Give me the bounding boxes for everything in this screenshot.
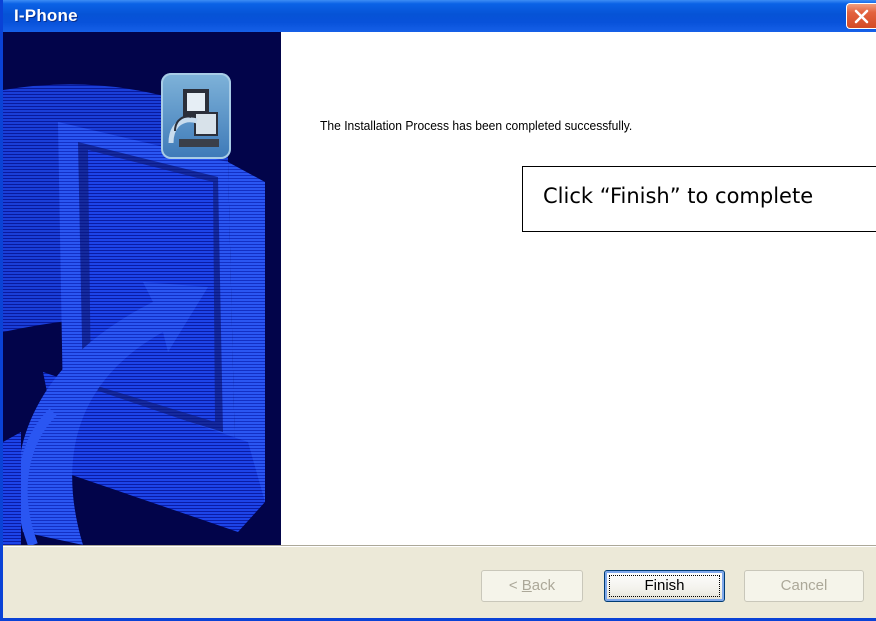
button-bar: < Back Finish Cancel [3,545,876,618]
title-bar[interactable]: I-Phone [3,0,876,32]
instruction-callout: Click “Finish” to complete [522,166,876,232]
computer-setup-icon [161,73,231,159]
installer-window: I-Phone The Installation Process has bee… [0,0,876,621]
back-button-rest: ack [531,577,556,594]
finish-button[interactable]: Finish [604,570,725,602]
back-button[interactable]: < Back [481,570,583,602]
footer-divider-highlight [3,546,876,547]
close-icon [854,9,869,24]
back-button-prefix: < [508,577,522,594]
finish-focus-ring [609,575,720,597]
cancel-button[interactable]: Cancel [744,570,864,602]
installer-sidebar-art [3,32,281,545]
callout-text: Click “Finish” to complete [543,184,814,208]
content-area: The Installation Process has been comple… [283,32,876,545]
back-button-accel: B [521,577,532,594]
window-title: I-Phone [14,6,78,25]
completion-message: The Installation Process has been comple… [320,118,633,133]
cancel-button-label: Cancel [780,577,828,594]
installer-computer-arrow-graphic [3,84,265,545]
close-button[interactable] [846,3,876,29]
